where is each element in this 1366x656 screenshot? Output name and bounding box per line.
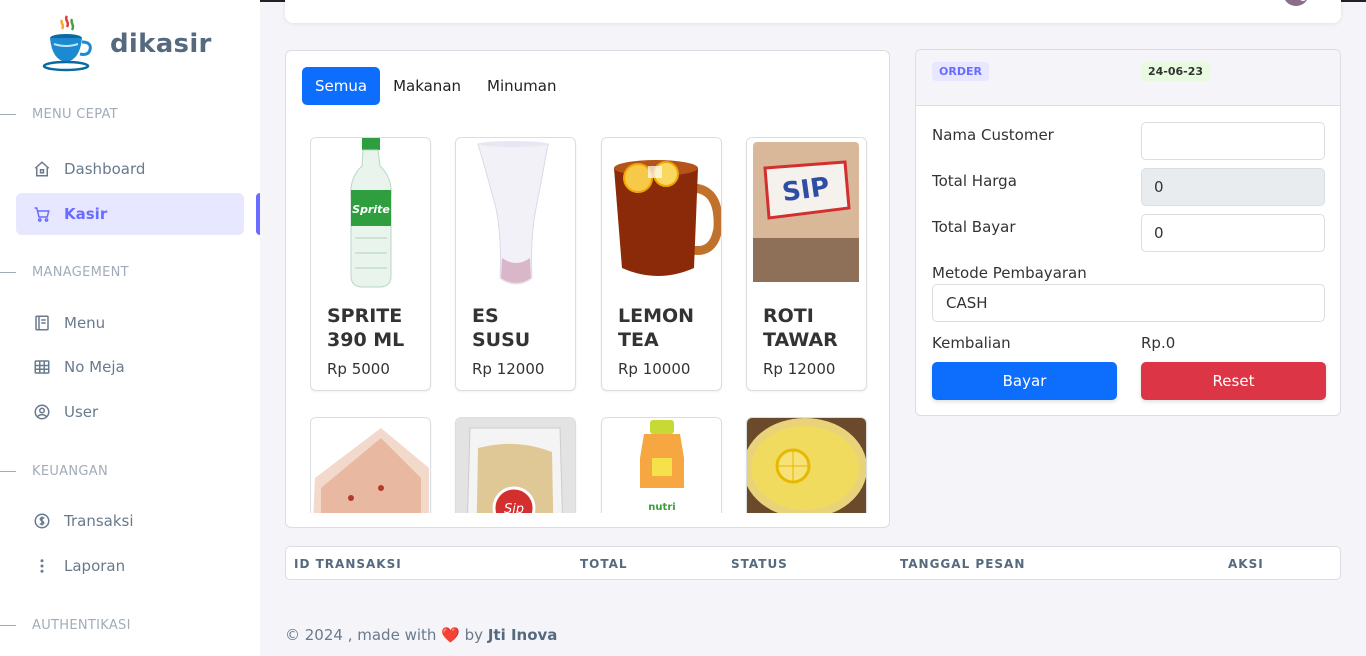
sidebar: dikasir MENU CEPAT Dashboard Kasir MANAG… xyxy=(0,0,260,656)
product-price: Rp 12000 xyxy=(472,360,545,378)
top-navbar xyxy=(285,0,1341,23)
product-card[interactable]: Sip xyxy=(455,417,576,513)
active-indicator xyxy=(256,193,260,235)
column-header-tanggal-pesan: TANGGAL PESAN xyxy=(900,557,1026,571)
sidebar-item-label: User xyxy=(64,403,99,421)
product-card[interactable]: SIP ROTI TAWAR Rp 12000 xyxy=(746,137,867,391)
heart-icon: ❤️ xyxy=(441,626,460,644)
home-icon xyxy=(32,159,52,179)
sidebar-item-label: Kasir xyxy=(64,205,108,223)
svg-text:Sprite: Sprite xyxy=(352,203,390,216)
product-image-nutriboost-bottle: nutri xyxy=(602,418,721,513)
product-grid: Sprite SPRITE 390 ML Rp 5000 ES SUSU Rp … xyxy=(310,137,870,513)
footer: © 2024 , made with ❤️ by Jti Inova xyxy=(285,626,557,644)
category-tabs: Semua Makanan Minuman xyxy=(302,67,569,105)
product-card[interactable]: ES SUSU Rp 12000 xyxy=(455,137,576,391)
footer-by: by xyxy=(464,626,484,644)
payment-method-select[interactable]: CASH xyxy=(932,284,1325,322)
sidebar-item-kasir[interactable]: Kasir xyxy=(16,193,244,235)
product-image-snack-pack xyxy=(311,418,430,513)
product-name: SPRITE 390 ML xyxy=(327,305,405,351)
brand-name: dikasir xyxy=(110,29,212,59)
book-icon xyxy=(32,313,52,333)
kembalian-label: Kembalian xyxy=(932,334,1011,352)
product-price: Rp 10000 xyxy=(618,360,691,378)
vertical-dots-icon xyxy=(32,556,52,576)
svg-text:Sip: Sip xyxy=(504,502,524,513)
customer-name-input[interactable] xyxy=(1141,122,1325,160)
kembalian-value: Rp.0 xyxy=(1141,334,1176,352)
product-card[interactable]: Sprite SPRITE 390 ML Rp 5000 xyxy=(310,137,431,391)
sidebar-item-user[interactable]: User xyxy=(16,391,244,433)
total-harga-label: Total Harga xyxy=(932,172,1017,190)
order-panel: ORDER 24-06-23 Nama Customer Total Harga… xyxy=(915,49,1341,416)
section-menu-cepat: MENU CEPAT xyxy=(0,107,118,122)
sidebar-item-laporan[interactable]: Laporan xyxy=(16,545,244,587)
sidebar-item-label: Dashboard xyxy=(64,160,146,178)
product-panel: Semua Makanan Minuman Sprite SPRITE 390 … xyxy=(285,50,890,528)
order-date-badge: 24-06-23 xyxy=(1141,62,1211,81)
dollar-circle-icon xyxy=(32,511,52,531)
column-header-total: TOTAL xyxy=(580,557,628,571)
sidebar-item-menu[interactable]: Menu xyxy=(16,302,244,344)
brand[interactable]: dikasir xyxy=(40,14,212,74)
section-keuangan: KEUANGAN xyxy=(0,464,108,479)
total-harga-field: 0 xyxy=(1141,168,1325,206)
section-authentikasi: AUTHENTIKASI xyxy=(0,618,131,633)
customer-label: Nama Customer xyxy=(932,126,1054,144)
product-name: ROTI TAWAR xyxy=(763,305,838,351)
avatar[interactable] xyxy=(1283,0,1309,6)
column-header-id-transaksi: ID TRANSAKSI xyxy=(294,557,402,571)
cart-icon xyxy=(32,204,52,224)
user-circle-icon xyxy=(32,402,52,422)
sidebar-item-transaksi[interactable]: Transaksi xyxy=(16,500,244,542)
reset-button[interactable]: Reset xyxy=(1141,362,1326,400)
sidebar-item-label: Menu xyxy=(64,314,106,332)
product-price: Rp 5000 xyxy=(327,360,390,378)
footer-prefix: © 2024 , made with xyxy=(285,626,437,644)
product-name: LEMON TEA xyxy=(618,305,695,351)
footer-author-link[interactable]: Jti Inova xyxy=(488,626,558,644)
sidebar-item-dashboard[interactable]: Dashboard xyxy=(16,148,244,190)
product-card[interactable]: nutri xyxy=(601,417,722,513)
column-header-status: STATUS xyxy=(731,557,788,571)
table-grid-icon xyxy=(32,357,52,377)
sidebar-item-label: No Meja xyxy=(64,358,125,376)
sidebar-item-no-meja[interactable]: No Meja xyxy=(16,346,244,388)
bayar-button[interactable]: Bayar xyxy=(932,362,1117,400)
product-image-es-susu xyxy=(456,138,575,288)
svg-text:nutri: nutri xyxy=(648,502,675,513)
product-image-roti-tawar: SIP xyxy=(747,138,866,288)
tab-makanan[interactable]: Makanan xyxy=(380,67,474,105)
product-image-lemon-tea xyxy=(602,138,721,288)
coffee-cup-logo xyxy=(42,15,92,72)
total-bayar-input[interactable]: 0 xyxy=(1141,214,1325,252)
total-bayar-label: Total Bayar xyxy=(932,218,1016,236)
sidebar-item-label: Transaksi xyxy=(64,512,134,530)
sidebar-item-label: Laporan xyxy=(64,557,126,575)
product-image-lemon-drink xyxy=(747,418,866,513)
column-header-aksi: AKSI xyxy=(1228,557,1264,571)
product-name: ES SUSU xyxy=(472,305,531,351)
order-badge: ORDER xyxy=(932,62,989,81)
product-card[interactable] xyxy=(310,417,431,513)
product-card[interactable]: LEMON TEA Rp 10000 xyxy=(601,137,722,391)
product-card[interactable] xyxy=(746,417,867,513)
tab-minuman[interactable]: Minuman xyxy=(474,67,569,105)
product-image-chips-bag: Sip xyxy=(456,418,575,513)
product-image-sprite-bottle: Sprite xyxy=(311,138,430,288)
order-header: ORDER 24-06-23 xyxy=(916,50,1340,106)
section-management: MANAGEMENT xyxy=(0,265,129,280)
product-price: Rp 12000 xyxy=(763,360,836,378)
tab-semua[interactable]: Semua xyxy=(302,67,381,105)
transactions-table: ID TRANSAKSI TOTAL STATUS TANGGAL PESAN … xyxy=(285,546,1341,580)
metode-pembayaran-label: Metode Pembayaran xyxy=(932,264,1087,282)
